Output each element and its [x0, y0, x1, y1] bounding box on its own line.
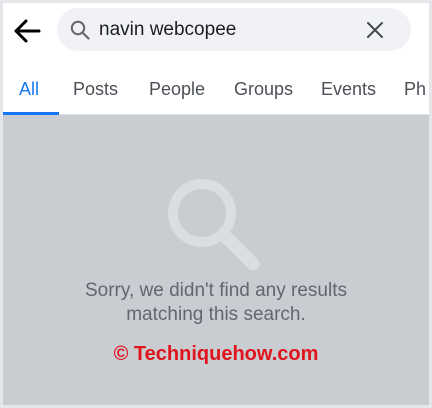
arrow-left-icon [14, 19, 41, 43]
tab-photos-label: Ph [404, 79, 427, 99]
tab-all-label: All [19, 79, 40, 99]
search-header [3, 3, 429, 61]
tab-posts-label: Posts [73, 79, 119, 99]
close-icon[interactable] [365, 20, 385, 40]
tab-posts[interactable]: Posts [73, 61, 118, 115]
back-button[interactable] [9, 13, 45, 49]
tab-people[interactable]: People [149, 61, 205, 115]
search-icon [70, 20, 90, 40]
search-bar[interactable] [57, 8, 411, 51]
tab-photos[interactable]: Ph [404, 61, 426, 115]
magnifier-icon [168, 179, 260, 271]
search-filter-tabs: All Posts People Groups Events Ph [3, 61, 429, 115]
search-input[interactable] [99, 8, 349, 51]
no-results-line-1: Sorry, we didn't find any results [84, 280, 347, 301]
tab-all[interactable]: All [19, 61, 39, 115]
tab-people-label: People [149, 79, 206, 99]
tab-groups-label: Groups [234, 79, 294, 99]
tab-events-label: Events [321, 79, 377, 99]
tab-groups[interactable]: Groups [234, 61, 293, 115]
screen-frame: All Posts People Groups Events Ph Sorry,… [3, 3, 429, 405]
no-results-line-2: matching this search. [126, 304, 306, 325]
no-results-message: Sorry, we didn't find any results matchi… [3, 279, 429, 327]
search-results-area: Sorry, we didn't find any results matchi… [3, 115, 429, 405]
watermark: © Techniquehow.com [113, 343, 319, 365]
tab-events[interactable]: Events [321, 61, 376, 115]
